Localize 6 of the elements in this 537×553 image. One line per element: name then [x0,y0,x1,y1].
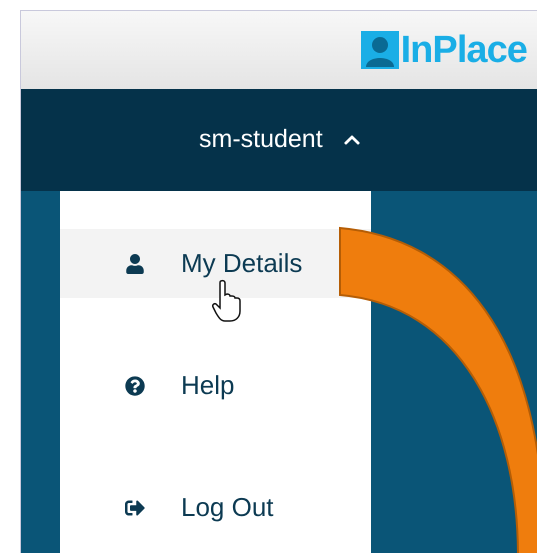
user-icon [125,254,145,274]
logo-icon [360,31,399,69]
logout-icon [125,498,145,518]
user-menu-toggle[interactable]: sm-student [199,121,361,159]
help-icon [125,376,145,396]
logo-text: InPlace [400,31,527,69]
